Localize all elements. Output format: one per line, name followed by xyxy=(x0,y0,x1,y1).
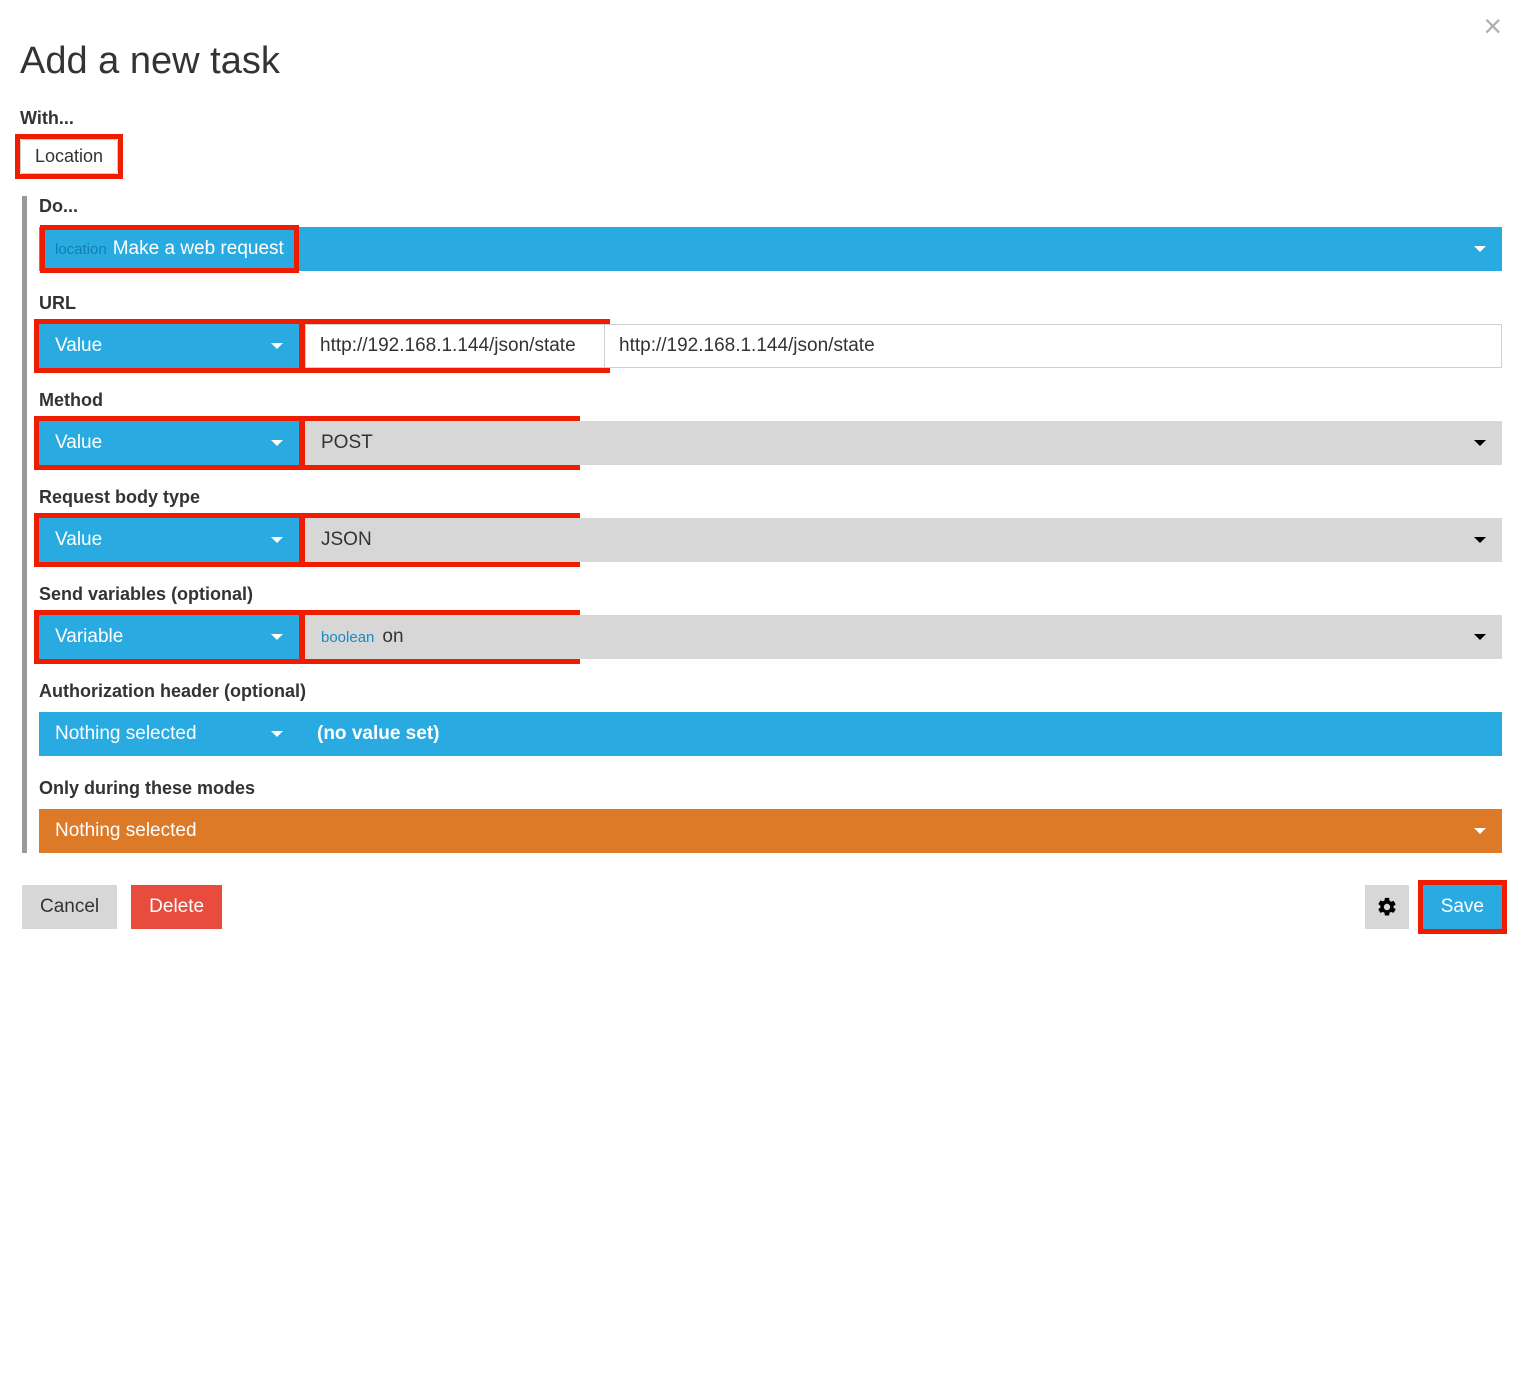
do-prefix: location xyxy=(55,241,107,258)
method-type-select[interactable]: Value xyxy=(39,421,299,465)
sendvars-type-select[interactable]: Variable xyxy=(39,615,299,659)
chevron-down-icon xyxy=(271,537,283,543)
method-value-box: POST xyxy=(305,421,575,465)
auth-value-area[interactable]: (no value set) xyxy=(299,712,1502,756)
bodytype-value-box: JSON xyxy=(305,518,575,562)
url-type-select[interactable]: Value xyxy=(39,324,299,368)
auth-label: Authorization header (optional) xyxy=(39,681,1502,702)
bodytype-label: Request body type xyxy=(39,487,1502,508)
sendvars-label: Send variables (optional) xyxy=(39,584,1502,605)
close-icon[interactable]: × xyxy=(1483,8,1502,45)
gear-icon xyxy=(1376,896,1398,918)
chevron-down-icon xyxy=(1474,634,1486,640)
auth-type-text: Nothing selected xyxy=(55,723,197,745)
modes-value: Nothing selected xyxy=(55,820,197,842)
with-location-chip[interactable]: Location xyxy=(20,139,118,174)
auth-type-select[interactable]: Nothing selected xyxy=(39,712,299,756)
cancel-button[interactable]: Cancel xyxy=(22,885,117,929)
with-label: With... xyxy=(20,108,1502,129)
chevron-down-icon xyxy=(271,634,283,640)
do-action-select[interactable]: location Make a web request xyxy=(39,227,1502,271)
chevron-down-icon xyxy=(1474,246,1486,252)
settings-button[interactable] xyxy=(1365,885,1409,929)
sendvars-var-name: on xyxy=(382,626,403,648)
sendvars-value-box: boolean on xyxy=(305,615,575,659)
bodytype-value-text: JSON xyxy=(321,529,372,551)
sendvars-select[interactable] xyxy=(575,615,1502,659)
modes-select[interactable]: Nothing selected xyxy=(39,809,1502,853)
chevron-down-icon xyxy=(1474,537,1486,543)
auth-no-value: (no value set) xyxy=(317,723,439,745)
method-select[interactable] xyxy=(575,421,1502,465)
url-highlighted-slice: http://192.168.1.144/json/state xyxy=(305,324,605,368)
url-input[interactable] xyxy=(605,324,1502,368)
chevron-down-icon xyxy=(271,731,283,737)
url-label: URL xyxy=(39,293,1502,314)
do-action-text: Make a web request xyxy=(113,238,284,260)
sendvars-type-text: Variable xyxy=(55,626,123,648)
bodytype-type-select[interactable]: Value xyxy=(39,518,299,562)
chevron-down-icon xyxy=(271,440,283,446)
method-value-text: POST xyxy=(321,432,373,454)
bodytype-type-text: Value xyxy=(55,529,102,551)
delete-button[interactable]: Delete xyxy=(131,885,222,929)
do-label: Do... xyxy=(39,196,1502,217)
method-type-text: Value xyxy=(55,432,102,454)
method-label: Method xyxy=(39,390,1502,411)
modes-label: Only during these modes xyxy=(39,778,1502,799)
page-title: Add a new task xyxy=(20,40,1502,83)
chevron-down-icon xyxy=(271,343,283,349)
save-button[interactable]: Save xyxy=(1423,885,1502,929)
url-type-text: Value xyxy=(55,335,102,357)
chevron-down-icon xyxy=(1474,440,1486,446)
bodytype-select[interactable] xyxy=(575,518,1502,562)
chevron-down-icon xyxy=(1474,828,1486,834)
sendvars-var-type: boolean xyxy=(321,629,374,646)
